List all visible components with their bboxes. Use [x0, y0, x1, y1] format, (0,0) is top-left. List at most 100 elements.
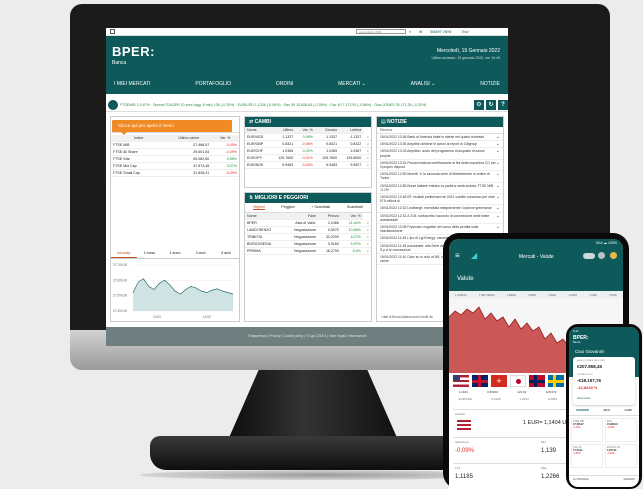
help-icon[interactable]: ?: [498, 99, 508, 110]
migliori-row[interactable]: LANDI RENZO Negoziazione 0,5970 10,66% ⌕: [245, 226, 371, 234]
smart-view-link[interactable]: SMART VIEW: [430, 30, 451, 34]
migliori-tab[interactable]: Scambiati: [347, 205, 363, 210]
chart-tab[interactable]: 3 anni: [188, 249, 214, 258]
nav-ordini[interactable]: ORDINI: [276, 81, 294, 87]
period-option[interactable]: 1 MESE: [507, 294, 516, 297]
mini-index-card[interactable]: DAX 15.828,34 -0,28%: [605, 418, 637, 442]
search-icon[interactable]: ⌕: [362, 240, 371, 248]
notification-icon[interactable]: [610, 252, 617, 259]
period-option[interactable]: 1 ANNO: [568, 294, 577, 297]
migliori-row[interactable]: TRIBOTA Negoziazione 32,2200 8,27% ⌕: [245, 233, 371, 241]
migliori-row[interactable]: PRISMA Negoziazione 16,2700 5,4% ⌕: [245, 247, 371, 255]
chevron-down-icon[interactable]: ⌄: [496, 160, 500, 169]
indices-row[interactable]: FTSE Star 60.082,60 0,55%: [111, 155, 239, 163]
cambi-row[interactable]: EUR/GBP 0.8321 -0,06% 0.8321 0.8322 ⌕: [245, 140, 371, 148]
cambi-row[interactable]: EUR/JPY 129.7600 -0,01% 129.7600 129.8000 ⌕: [245, 154, 371, 162]
min-value: 1,139: [541, 448, 557, 454]
indices-row[interactable]: FTSE Mid Cap 47.674,45 0,07%: [111, 162, 239, 170]
chevron-down-icon[interactable]: ⌄: [496, 183, 500, 192]
period-option[interactable]: 3 MESI: [528, 294, 536, 297]
menu-tooltip[interactable]: Clicca qui per aprire il menù: [112, 120, 232, 132]
mini-index-card[interactable]: ESTOXX 50 4.257,63 -0,33%: [605, 444, 637, 468]
migliori-tab[interactable]: Migliori: [253, 205, 265, 210]
migliori-tab[interactable]: + Scambiati: [311, 205, 330, 210]
us-flag-icon[interactable]: [453, 375, 469, 387]
swiss-flag-icon[interactable]: +: [491, 375, 507, 387]
search-icon[interactable]: ⌕: [363, 140, 371, 148]
indices-row[interactable]: FTSE Small Cap 31.828,41 -0,09%: [111, 169, 239, 177]
summary-card[interactable]: SALDO TOTALE DEI CONTI €207.858,45 PORTA…: [573, 357, 635, 405]
news-item[interactable]: 19/01/2022 13:31 Piovani elabora certifi…: [377, 160, 503, 172]
chevron-down-icon[interactable]: ⌄: [496, 134, 500, 139]
search-icon[interactable]: ⌕: [362, 233, 371, 241]
brand-logo[interactable]: BPER:: [112, 44, 155, 59]
ticker-toggle-icon[interactable]: [108, 99, 118, 110]
migliori-row[interactable]: BORGOSESIA Negoziazione 0,9160 5,97% ⌕: [245, 240, 371, 248]
chevron-down-icon[interactable]: ⌄: [496, 206, 500, 211]
cambi-row[interactable]: EUR/USD 1.1337 0,08% 1.1337 1.1337 ⌕: [245, 133, 371, 141]
nav-notizie[interactable]: NOTIZIE: [480, 81, 500, 87]
chevron-down-icon[interactable]: ⌄: [496, 172, 500, 180]
uk-flag-icon[interactable]: [472, 375, 488, 387]
news-item[interactable]: 19/01/2022 12:31 A.S.M. sottoscritto l'a…: [377, 213, 503, 224]
indices-row[interactable]: FTSE All Share 29.601,54 -0,09%: [111, 148, 239, 156]
sweden-flag-icon[interactable]: [548, 375, 564, 387]
news-item[interactable]: 19/01/2022 12:32 Lindbergh: esercitata i…: [377, 205, 503, 213]
nav-miei-mercati[interactable]: I MIEI MERCATI: [114, 81, 151, 87]
search-icon[interactable]: ⌕: [362, 226, 371, 234]
search-input[interactable]: cerca titolo, ISIN: [356, 29, 406, 34]
period-option[interactable]: 1 SETTIMANA: [479, 294, 495, 297]
settings-icon[interactable]: ⚙: [474, 99, 484, 110]
phone-tab[interactable]: INDICI: [603, 409, 610, 415]
avatar[interactable]: [598, 252, 605, 259]
chart-tab[interactable]: 1 mese: [137, 249, 163, 258]
chevron-down-icon[interactable]: ⌄: [496, 142, 500, 147]
migliori-row[interactable]: BPER Asta di Valid. 2,2465 11,44% ⌕: [245, 219, 371, 227]
home-icon[interactable]: [110, 29, 115, 34]
refresh-icon[interactable]: ↻: [486, 99, 496, 110]
search-icon[interactable]: ⌕: [363, 161, 371, 169]
search-icon[interactable]: ⌕: [409, 29, 411, 34]
news-item[interactable]: 19/01/2022 12:48 BT: risultati prelimina…: [377, 194, 503, 206]
search-icon[interactable]: ⌕: [363, 133, 371, 141]
chevron-down-icon[interactable]: ⌄: [496, 194, 500, 203]
news-search[interactable]: Ricerca: [377, 127, 503, 134]
vai-al-conto-link[interactable]: Vai al conto: [577, 397, 590, 400]
nav-analisi[interactable]: ANALISI ⌄: [411, 81, 436, 87]
mini-index-card[interactable]: FTSE MIB 27.466,97 -0,05%: [571, 418, 603, 442]
indices-row[interactable]: FTSE MIB 27.466,97 -0,05%: [111, 141, 239, 149]
menu-icon[interactable]: ≡: [455, 251, 460, 260]
chevron-down-icon[interactable]: ⌄: [496, 149, 500, 157]
news-item[interactable]: 19/01/2022 12:55 Borse italiane entrano …: [377, 183, 503, 194]
zoom-icon[interactable]: ⊕: [419, 29, 422, 34]
nav-portafoglio[interactable]: PORTAFOGLIO: [195, 81, 231, 87]
period-option[interactable]: 1 GIORNO: [455, 294, 467, 297]
mini-index-card[interactable]: CAC 40 7.172,92 -0,86%: [571, 444, 603, 468]
period-option[interactable]: 6 MESI: [548, 294, 556, 297]
chart-tab[interactable]: 1 anno: [162, 249, 188, 258]
search-icon[interactable]: ⌕: [362, 219, 371, 227]
search-icon[interactable]: ⌕: [362, 247, 371, 255]
news-item[interactable]: 19/01/2022 12:59 Morelli: Y/ la seconda …: [377, 171, 503, 183]
exit-link[interactable]: Esci: [462, 30, 468, 34]
news-item[interactable]: 19/01/2022 13:33 Amplifon: avvio del pro…: [377, 148, 503, 160]
toggle-switch[interactable]: [583, 253, 595, 259]
search-icon[interactable]: ⌕: [363, 154, 371, 162]
news-item[interactable]: 19/01/2022 13:35 Amplifon detiene le azi…: [377, 141, 503, 149]
chart-tab[interactable]: 5 anni: [213, 249, 239, 258]
search-icon[interactable]: ⌕: [363, 147, 371, 155]
phone-footer-value[interactable]: REFRESH: [624, 478, 635, 483]
period-option[interactable]: 3 ANNI: [589, 294, 597, 297]
nav-mercati[interactable]: MERCATI ⌄: [338, 81, 366, 87]
cambi-row[interactable]: EUR/CHF 1.0365 0,02% 1.0365 1.0367 ⌕: [245, 147, 371, 155]
phone-tab[interactable]: OVERVIEW: [576, 409, 589, 415]
norway-flag-icon[interactable]: [529, 375, 545, 387]
cambi-row[interactable]: EUR/NOK 9.9483 -0,26% 9.9483 9.9527 ⌕: [245, 161, 371, 169]
migliori-tab[interactable]: Peggiori: [281, 205, 294, 210]
period-option[interactable]: 5 ANNI: [609, 294, 617, 297]
chevron-down-icon[interactable]: ⌄: [496, 213, 500, 222]
phone-tab[interactable]: CAMBI: [624, 409, 632, 415]
chart-tab[interactable]: Intraday: [111, 249, 137, 258]
news-item[interactable]: 19/01/2022 13:36 Bank of America batte l…: [377, 134, 503, 142]
japan-flag-icon[interactable]: [510, 375, 526, 387]
